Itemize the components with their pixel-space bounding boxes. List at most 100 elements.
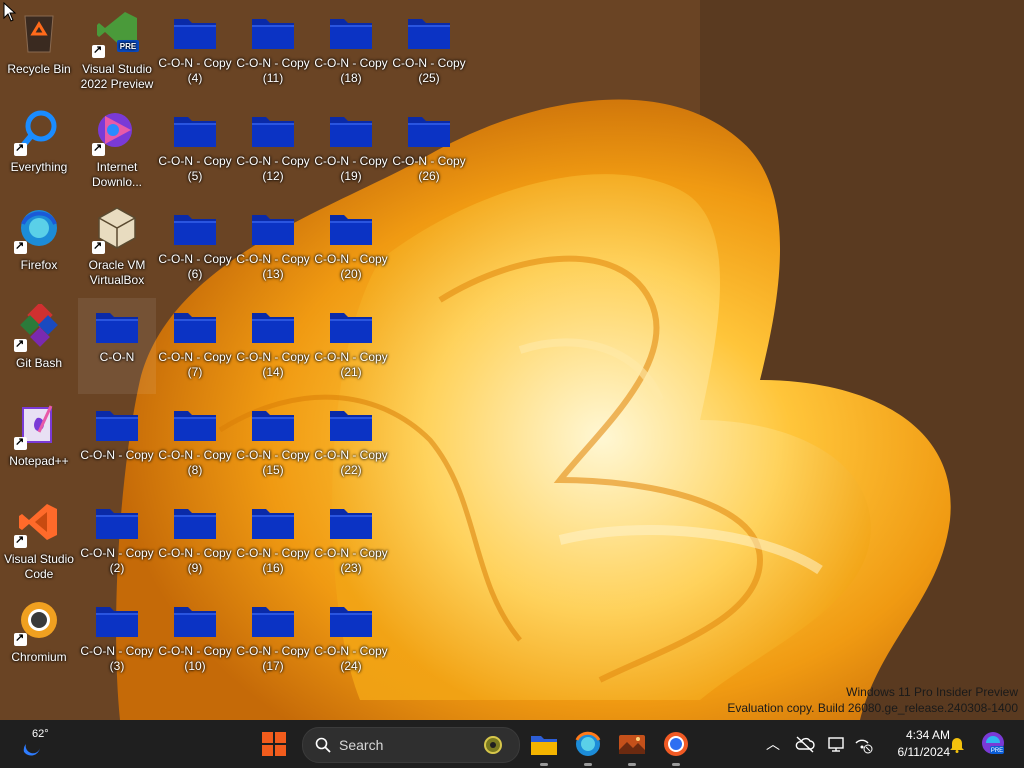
desktop-icon-notepad[interactable]: Notepad++ [0, 396, 78, 492]
desktop-icon-c-o-n-copy-24[interactable]: C-O-N - Copy (24) [312, 592, 390, 688]
desktop-icon-label: C-O-N - Copy (25) [392, 56, 466, 85]
shortcut-arrow-icon [92, 43, 105, 58]
desktop-icon-git-bash[interactable]: Git Bash [0, 298, 78, 394]
recycle-icon [16, 10, 62, 56]
desktop-icon-label: Git Bash [15, 356, 63, 370]
desktop-icon-oracle-vm-virtualbox[interactable]: Oracle VM VirtualBox [78, 200, 156, 296]
taskbar-file-explorer[interactable] [528, 728, 560, 766]
desktop-icon-everything[interactable]: Everything [0, 102, 78, 198]
display-icon[interactable] [826, 733, 848, 755]
taskbar-firefox[interactable] [572, 728, 604, 766]
desktop-icon-c-o-n-copy-16[interactable]: C-O-N - Copy (16) [234, 494, 312, 590]
desktop-icon-c-o-n-copy-3[interactable]: C-O-N - Copy (3) [78, 592, 156, 688]
taskbar-photos[interactable] [616, 728, 648, 766]
photos-icon [619, 735, 645, 754]
system-clock[interactable]: 4:34 AM 6/11/2024 [880, 727, 951, 761]
desktop-icon-c-o-n-copy[interactable]: C-O-N - Copy [78, 396, 156, 492]
folder-icon [95, 310, 139, 344]
running-indicator [584, 763, 592, 766]
taskbar-search-box[interactable]: Search [302, 727, 520, 763]
desktop[interactable]: Recycle Bin Everything Firefox Git Bash Note… [0, 0, 1024, 720]
desktop-icon-c-o-n-copy-8[interactable]: C-O-N - Copy (8) [156, 396, 234, 492]
windows-watermark: Windows 11 Pro Insider Preview Evaluatio… [727, 684, 1018, 716]
desktop-icon-label: C-O-N - Copy (22) [314, 448, 388, 477]
folder-icon [329, 114, 373, 148]
folder-icon [95, 408, 139, 442]
desktop-icon-firefox[interactable]: Firefox [0, 200, 78, 296]
desktop-icon-c-o-n-copy-18[interactable]: C-O-N - Copy (18) [312, 4, 390, 100]
notification-bell-icon[interactable] [946, 733, 968, 755]
desktop-icon-c-o-n-copy-9[interactable]: C-O-N - Copy (9) [156, 494, 234, 590]
desktop-icon-label: C-O-N - Copy (14) [236, 350, 310, 379]
desktop-icon-c-o-n-copy-22[interactable]: C-O-N - Copy (22) [312, 396, 390, 492]
folder-icon [329, 408, 373, 442]
everything-icon [14, 108, 62, 156]
desktop-icon-label: C-O-N - Copy (12) [236, 154, 310, 183]
desktop-icon-visual-studio-code[interactable]: Visual Studio Code [0, 494, 78, 590]
desktop-icon-c-o-n-copy-21[interactable]: C-O-N - Copy (21) [312, 298, 390, 394]
svg-text:PRE: PRE [991, 748, 1003, 754]
desktop-icon-label: C-O-N - Copy (11) [236, 56, 310, 85]
show-hidden-icons-chevron-icon[interactable]: ︿ [762, 733, 784, 755]
desktop-icon-c-o-n-copy-5[interactable]: C-O-N - Copy (5) [156, 102, 234, 198]
desktop-icon-label: C-O-N - Copy (16) [236, 546, 310, 575]
desktop-icon-c-o-n-copy-12[interactable]: C-O-N - Copy (12) [234, 102, 312, 198]
start-button[interactable] [262, 732, 286, 756]
desktop-icon-label: Visual Studio Code [4, 552, 74, 581]
desktop-icon-label: Firefox [20, 258, 58, 272]
desktop-icon-visual-studio-2022-preview[interactable]: PRE Visual Studio 2022 Preview [78, 4, 156, 100]
firefox-icon [14, 206, 62, 254]
desktop-icon-c-o-n-copy-14[interactable]: C-O-N - Copy (14) [234, 298, 312, 394]
desktop-icon-c-o-n-copy-20[interactable]: C-O-N - Copy (20) [312, 200, 390, 296]
onedrive-cloud-off-icon[interactable] [794, 733, 816, 755]
desktop-icon-c-o-n-copy-13[interactable]: C-O-N - Copy (13) [234, 200, 312, 296]
desktop-icon-c-o-n-copy-7[interactable]: C-O-N - Copy (7) [156, 298, 234, 394]
chromium-icon [664, 732, 688, 756]
vscode-icon [14, 500, 62, 548]
desktop-icon-c-o-n-copy-4[interactable]: C-O-N - Copy (4) [156, 4, 234, 100]
copilot-preview-icon[interactable]: PRE [980, 730, 1006, 756]
desktop-icon-c-o-n-copy-10[interactable]: C-O-N - Copy (10) [156, 592, 234, 688]
folder-icon [173, 604, 217, 638]
taskbar: 62° Search ︿ 4:34 AM 6/11/2024 PRE [0, 720, 1024, 768]
desktop-icon-c-o-n-copy-25[interactable]: C-O-N - Copy (25) [390, 4, 468, 100]
desktop-icon-c-o-n-copy-23[interactable]: C-O-N - Copy (23) [312, 494, 390, 590]
desktop-icon-c-o-n-copy-19[interactable]: C-O-N - Copy (19) [312, 102, 390, 198]
shortcut-arrow-icon [14, 141, 27, 156]
taskbar-chromium[interactable] [660, 728, 692, 766]
desktop-icon-c-o-n-copy-6[interactable]: C-O-N - Copy (6) [156, 200, 234, 296]
desktop-icon-label: Recycle Bin [7, 62, 71, 76]
desktop-icon-c-o-n-copy-17[interactable]: C-O-N - Copy (17) [234, 592, 312, 688]
running-indicator [540, 763, 548, 766]
desktop-icon-label: C-O-N [99, 350, 135, 364]
folder-icon [329, 16, 373, 50]
desktop-icon-c-o-n-copy-11[interactable]: C-O-N - Copy (11) [234, 4, 312, 100]
desktop-icon-label: C-O-N - Copy (17) [236, 644, 310, 673]
desktop-icon-label: C-O-N - Copy (6) [158, 252, 232, 281]
desktop-icon-internet-downlo[interactable]: Internet Downlo... [78, 102, 156, 198]
desktop-icon-label: C-O-N - Copy (3) [80, 644, 154, 673]
desktop-icon-label: C-O-N - Copy (5) [158, 154, 232, 183]
network-disconnected-icon[interactable] [852, 733, 874, 755]
desktop-icon-chromium[interactable]: Chromium [0, 592, 78, 688]
folder-icon [329, 506, 373, 540]
desktop-icon-c-o-n-copy-15[interactable]: C-O-N - Copy (15) [234, 396, 312, 492]
notepadpp-icon [14, 402, 62, 450]
folder-icon [251, 604, 295, 638]
folder-icon [173, 114, 217, 148]
shortcut-arrow-icon [14, 631, 27, 646]
desktop-icon-label: C-O-N - Copy (10) [158, 644, 232, 673]
gitbash-icon [14, 302, 62, 352]
folder-icon [95, 604, 139, 638]
desktop-icon-c-o-n-copy-2[interactable]: C-O-N - Copy (2) [78, 494, 156, 590]
desktop-icon-label: C-O-N - Copy (9) [158, 546, 232, 575]
desktop-icon-c-o-n-copy-26[interactable]: C-O-N - Copy (26) [390, 102, 468, 198]
folder-icon [251, 310, 295, 344]
weather-widget[interactable]: 62° [18, 726, 58, 762]
desktop-icon-label: C-O-N - Copy [80, 448, 154, 462]
desktop-icon-c-o-n[interactable]: C-O-N [78, 298, 156, 394]
desktop-icon-label: C-O-N - Copy (15) [236, 448, 310, 477]
watermark-line-1: Windows 11 Pro Insider Preview [846, 685, 1018, 699]
watermark-line-2: Evaluation copy. Build 26080.ge_release.… [727, 701, 1018, 715]
desktop-icon-label: C-O-N - Copy (19) [314, 154, 388, 183]
